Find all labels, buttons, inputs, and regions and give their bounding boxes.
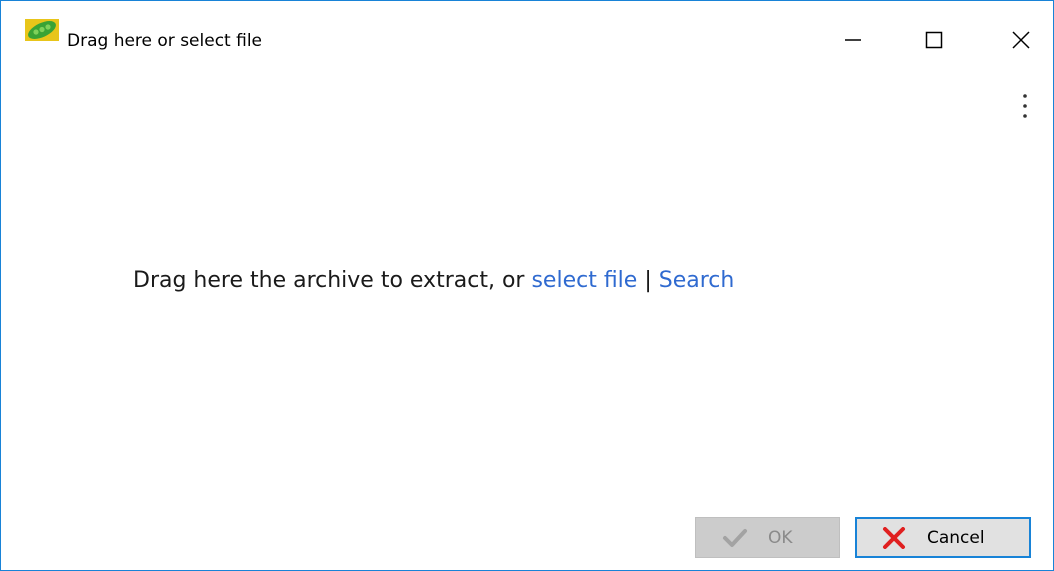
link-separator: |: [637, 268, 659, 293]
close-button[interactable]: [998, 21, 1044, 59]
kebab-menu-icon: [1023, 94, 1027, 118]
maximize-button[interactable]: [911, 21, 957, 59]
more-options-button[interactable]: [1015, 91, 1035, 121]
drop-instructions: Drag here the archive to extract, or: [133, 268, 532, 293]
cancel-button[interactable]: Cancel: [855, 517, 1031, 558]
cancel-button-label: Cancel: [927, 527, 985, 548]
ok-button[interactable]: OK: [695, 517, 840, 558]
select-file-link[interactable]: select file: [531, 268, 637, 293]
dialog-window: Drag here or select file Drag here the a…: [0, 0, 1054, 571]
cancel-x-icon: [883, 526, 905, 549]
drop-zone-message: Drag here the archive to extract, or sel…: [133, 267, 734, 295]
close-icon: [1012, 31, 1030, 49]
minimize-icon: [845, 39, 861, 41]
minimize-button[interactable]: [830, 21, 876, 59]
app-logo-icon: [25, 19, 59, 41]
checkmark-icon: [723, 528, 747, 547]
window-title: Drag here or select file: [67, 31, 263, 51]
maximize-icon: [925, 31, 943, 49]
ok-button-label: OK: [768, 527, 793, 548]
search-link[interactable]: Search: [659, 268, 735, 293]
